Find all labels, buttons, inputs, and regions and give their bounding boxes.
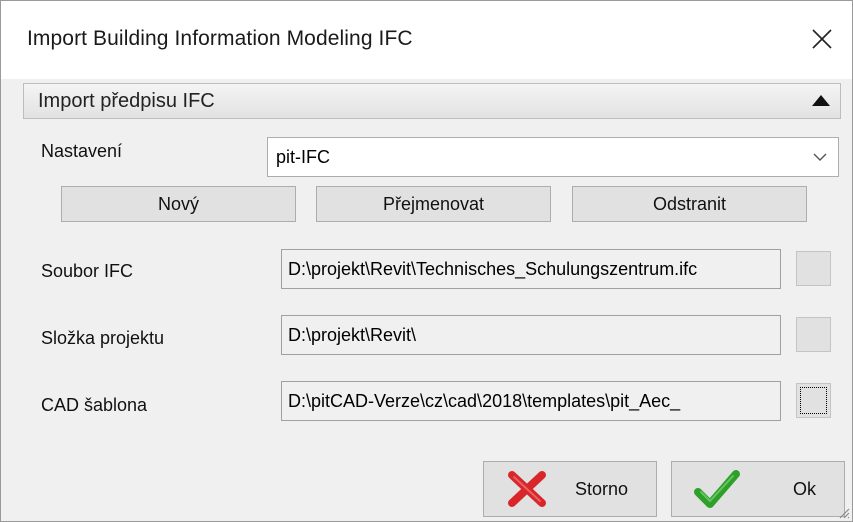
ifc-file-browse-button[interactable] (796, 251, 831, 286)
green-check-icon (694, 470, 740, 508)
resize-grip-icon[interactable] (836, 505, 850, 519)
cad-template-browse-button[interactable] (796, 383, 831, 418)
chevron-down-icon (813, 153, 827, 161)
dialog-body: Import předpisu IFC Nastavení pit-IFC No… (1, 79, 852, 521)
close-icon (812, 29, 832, 49)
cad-template-label: CAD šablona (41, 395, 148, 415)
close-button[interactable] (792, 9, 852, 69)
red-x-icon (508, 471, 546, 507)
cancel-label: Storno (574, 479, 628, 499)
rename-button[interactable]: Přejmenovat (316, 186, 551, 222)
ifc-file-input[interactable] (281, 249, 781, 289)
settings-selected-value: pit-IFC (276, 147, 330, 167)
dialog-title: Import Building Information Modeling IFC (27, 27, 413, 50)
section-header[interactable]: Import předpisu IFC (23, 83, 841, 119)
cad-template-input[interactable] (281, 381, 781, 421)
settings-label: Nastavení (41, 141, 123, 161)
settings-dropdown[interactable]: pit-IFC (267, 137, 839, 177)
ok-label: Ok (792, 479, 816, 499)
new-button[interactable]: Nový (61, 186, 296, 222)
project-folder-label: Složka projektu (41, 328, 165, 348)
delete-button[interactable]: Odstranit (572, 186, 807, 222)
ifc-file-label: Soubor IFC (41, 261, 134, 281)
dropdown-arrow[interactable] (802, 138, 838, 176)
section-title: Import předpisu IFC (38, 90, 215, 112)
title-bar: Import Building Information Modeling IFC (1, 1, 852, 79)
ok-button[interactable]: Ok (671, 461, 845, 517)
cancel-button[interactable]: Storno (483, 461, 657, 517)
project-folder-input[interactable] (281, 315, 781, 355)
triangle-up-icon[interactable] (812, 95, 830, 106)
import-ifc-dialog: Import Building Information Modeling IFC… (0, 0, 853, 522)
project-folder-browse-button[interactable] (796, 317, 831, 352)
